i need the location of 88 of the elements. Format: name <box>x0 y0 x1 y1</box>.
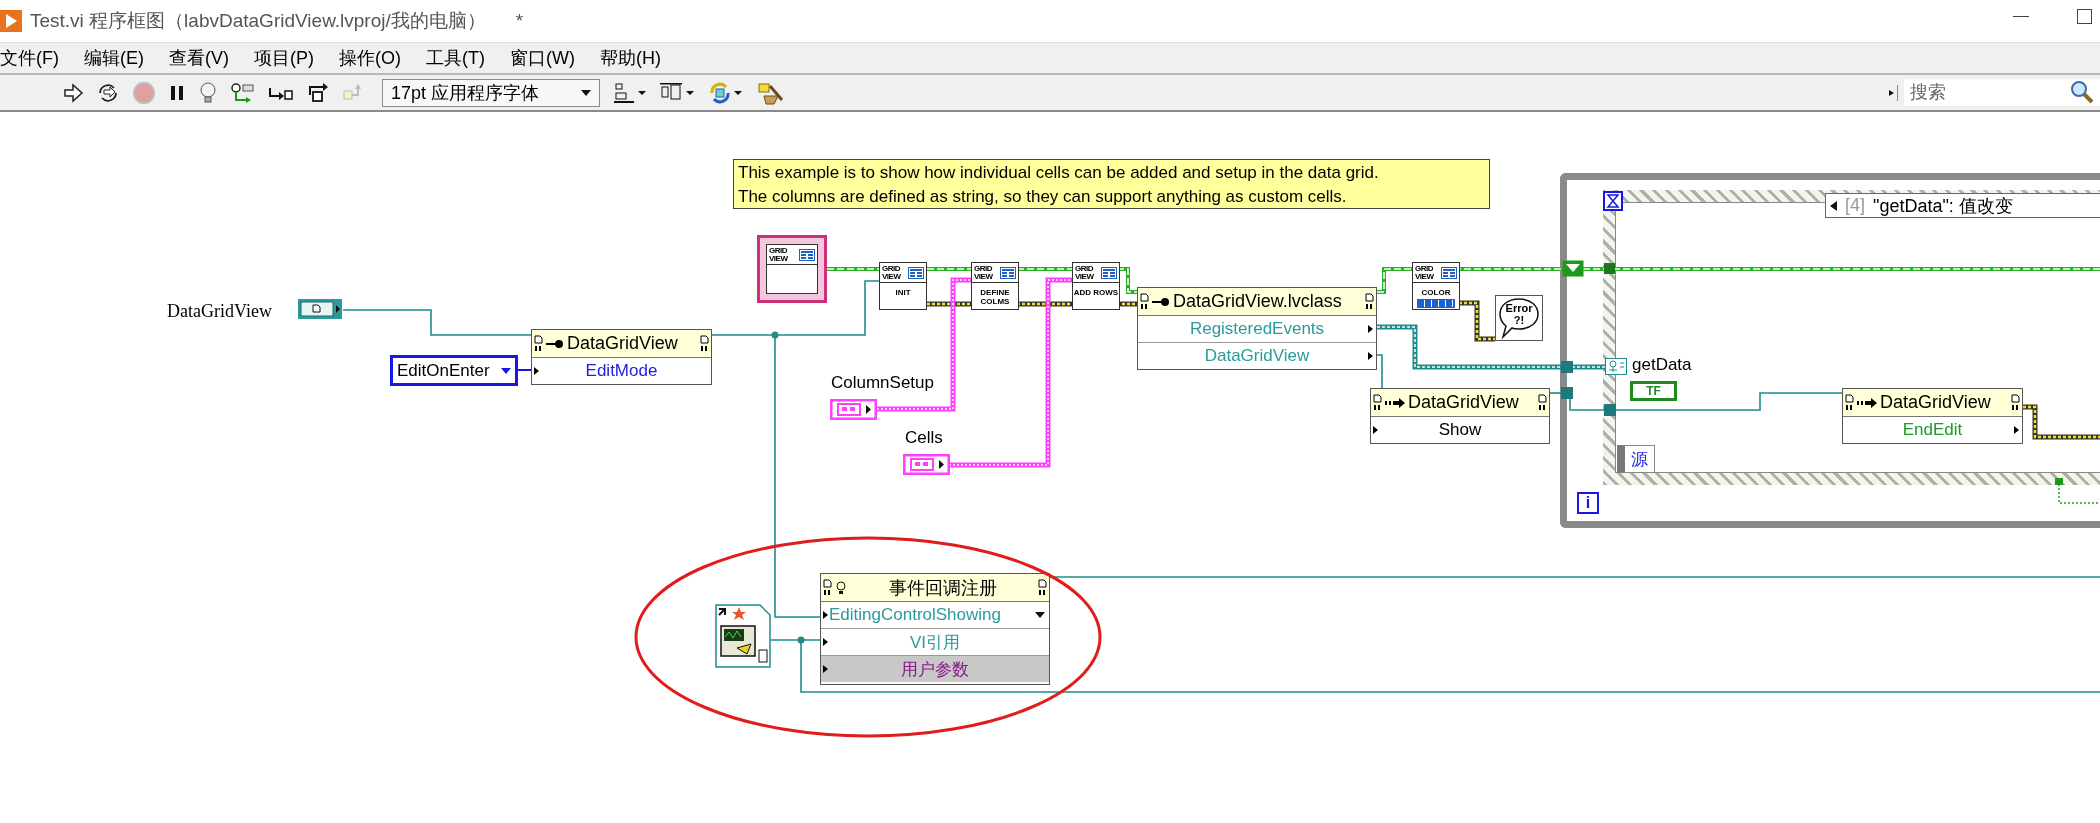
node-row: 用户参数 <box>821 655 1049 682</box>
expand-icon[interactable] <box>1888 83 1900 102</box>
page-icon <box>1373 394 1382 411</box>
control-label: DataGridView <box>167 301 273 323</box>
tunnel-icon <box>1604 263 1615 274</box>
banner-text: GRID VIEW <box>1075 264 1095 281</box>
node-row: RegisteredEvents <box>1138 316 1376 342</box>
speech-bubble-icon <box>1495 295 1543 341</box>
node-row: Show <box>1371 417 1549 443</box>
reference-terminal-icon <box>297 298 343 320</box>
menu-item[interactable]: 工具(T) <box>426 46 485 70</box>
arrow-icon <box>1857 397 1877 408</box>
caret-icon <box>581 89 591 96</box>
menu-item[interactable]: 编辑(E) <box>84 46 144 70</box>
tunnel-icon <box>1604 404 1616 416</box>
key-icon <box>1152 296 1170 307</box>
vi-reference-icon <box>715 604 771 668</box>
search-icon[interactable] <box>2070 80 2094 104</box>
source-terminal: 源 <box>1617 445 1655 473</box>
run-button[interactable] <box>62 81 84 104</box>
page-icon <box>1140 293 1149 310</box>
constant-label: Cells <box>905 428 944 449</box>
diagram-comment: This example is to show how individual cells can be added and setup in the data grid. The columns are defined as string, so they can support anything as custom cells. <box>733 159 1490 209</box>
banner-text: GRID VIEW <box>1415 264 1435 281</box>
node-title: DataGridView <box>567 333 679 354</box>
banner-text: GRID VIEW <box>974 264 994 281</box>
node-caption: ADD ROWS <box>1073 288 1119 297</box>
event-case-selector[interactable]: [4] "getData": 值改变 <box>1825 193 2100 218</box>
key-icon <box>546 338 564 349</box>
node-row: EditingControlShowing <box>821 602 1049 628</box>
array-constant-icon <box>830 399 877 420</box>
page-icon <box>823 579 832 596</box>
menu-item[interactable]: 窗口(W) <box>509 46 575 70</box>
align-objects-button[interactable] <box>614 81 648 104</box>
menu-item[interactable]: 文件(F) <box>0 46 59 70</box>
modified-mark: * <box>515 10 524 32</box>
banner-text: GRID VIEW <box>882 264 902 281</box>
enum-constant[interactable]: EditOnEnter <box>390 355 518 386</box>
caret-icon <box>501 367 511 374</box>
bulb-icon <box>835 580 847 595</box>
page-icon <box>1038 579 1047 596</box>
maximize-button[interactable] <box>2077 8 2092 24</box>
node-row: EditMode <box>532 358 711 384</box>
palette-bar <box>1417 299 1455 308</box>
event-data-icon <box>1605 358 1627 375</box>
node-title: DataGridView <box>1880 392 1992 413</box>
page-icon <box>1845 394 1854 411</box>
event-data-label: getData <box>1632 355 1693 376</box>
banner-text: GRID VIEW <box>769 246 789 263</box>
node-caption: COLOR <box>1420 288 1452 297</box>
search-field[interactable]: 搜索 <box>1904 79 2100 106</box>
step-over-icon[interactable] <box>306 82 330 103</box>
font-dropdown[interactable]: 17pt 应用程序字体 <box>382 78 600 107</box>
menu-item[interactable]: 项目(P) <box>254 46 314 70</box>
menu-item[interactable]: 查看(V) <box>169 46 229 70</box>
page-icon <box>1365 293 1374 310</box>
arrow-icon <box>1385 397 1405 408</box>
wire <box>517 369 532 371</box>
tunnel-icon <box>1561 361 1573 373</box>
tunnel-icon <box>1561 387 1573 399</box>
tunnel-icon <box>2055 478 2063 485</box>
menu-item[interactable]: 帮助(H) <box>599 46 661 70</box>
page-icon <box>534 335 543 352</box>
iteration-terminal: i <box>1577 492 1599 514</box>
probe-icon[interactable] <box>230 81 256 104</box>
node-title: DataGridView <box>1408 392 1520 413</box>
caret-icon <box>1830 200 1837 211</box>
node-caption: INIT <box>894 288 912 297</box>
hourglass-icon <box>1603 191 1623 211</box>
caret-icon <box>1035 612 1045 618</box>
page-icon <box>1538 394 1547 411</box>
window-title: Test.vi 程序框图（labvDataGridView.lvproj/我的电脑） <box>30 9 486 33</box>
node-title: 事件回调注册 <box>887 576 998 600</box>
node-row: DataGridView <box>1138 342 1376 369</box>
node-row: EndEdit <box>1843 417 2022 443</box>
wire <box>2058 483 2100 504</box>
error-label: Error ?! <box>1504 301 1534 326</box>
reorder-button[interactable] <box>708 80 744 105</box>
run-continuously-button[interactable] <box>96 81 120 104</box>
array-constant-icon <box>903 454 950 475</box>
page-icon <box>700 335 709 352</box>
menu-item[interactable]: 操作(O) <box>339 46 401 70</box>
node-title: DataGridView.lvclass <box>1173 291 1343 312</box>
boolean-constant: TF <box>1630 381 1677 401</box>
page-icon <box>2011 394 2020 411</box>
bulb-icon[interactable] <box>198 80 218 105</box>
node-caption: DEFINE COLMS <box>979 288 1011 306</box>
constant-label: ColumnSetup <box>831 373 935 394</box>
